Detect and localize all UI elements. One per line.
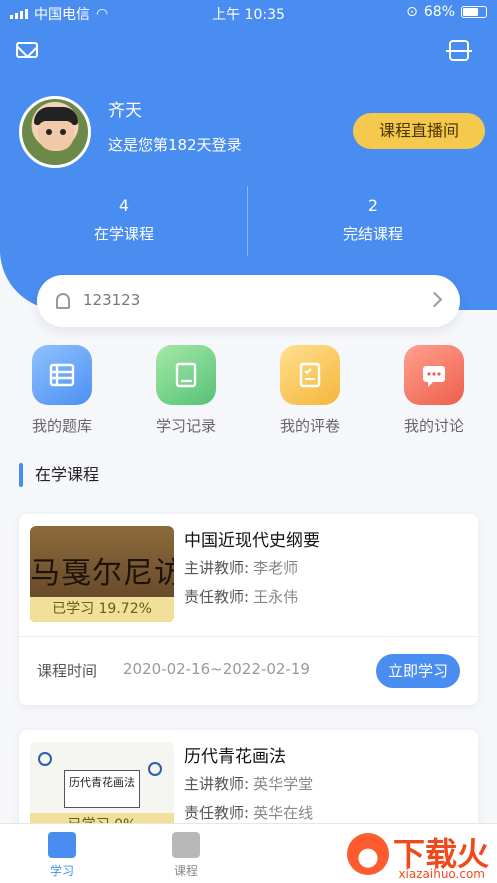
- avatar[interactable]: [19, 96, 91, 168]
- watermark-text: 下载火: [392, 835, 489, 873]
- stat-label: 在学课程: [93, 225, 154, 243]
- thumbnail-text: 马戛尔尼访: [30, 556, 174, 591]
- status-bar: 中国电信 ◠ 上午 10:35 ⊙ 68%: [0, 0, 497, 26]
- course-progress: 已学习 19.72%: [30, 597, 174, 622]
- func-label: 我的题库: [31, 417, 92, 435]
- responsible-teacher: 责任教师: 英华在线: [184, 804, 314, 822]
- watermark-url: xiazaihuo.com: [398, 867, 485, 881]
- func-label: 学习记录: [155, 417, 216, 435]
- mail-icon[interactable]: [16, 42, 38, 58]
- course-time-label: 课程时间: [37, 662, 98, 680]
- main-teacher: 主讲教师: 李老师: [184, 559, 299, 577]
- stat-label: 完结课程: [342, 225, 403, 243]
- rotation-lock-icon: ⊙: [406, 4, 418, 20]
- watermark: 下载火 xiazaihuo.com: [346, 833, 489, 881]
- live-room-button[interactable]: 课程直播间: [353, 113, 485, 149]
- notice-bar[interactable]: 123123: [37, 275, 460, 327]
- func-question-bank[interactable]: 我的题库: [17, 345, 107, 436]
- porcelain-pattern: [38, 752, 52, 766]
- notice-text: 123123: [83, 291, 141, 309]
- tab-study[interactable]: 学习: [22, 832, 102, 879]
- login-days-text: 这是您第182天登录: [108, 136, 242, 154]
- question-bank-icon: [32, 345, 92, 405]
- tab-label: 课程: [173, 864, 198, 878]
- course-thumbnail[interactable]: 马戛尔尼访 已学习 19.72%: [30, 526, 174, 622]
- clock: 上午 10:35: [212, 7, 285, 23]
- stat-finished[interactable]: 2 完结课程: [249, 196, 497, 244]
- func-review[interactable]: 我的评卷: [265, 345, 355, 436]
- book-icon: [48, 832, 76, 858]
- open-book-icon: [172, 832, 200, 858]
- func-label: 我的讨论: [403, 417, 464, 435]
- tab-course[interactable]: 课程: [146, 832, 226, 879]
- porcelain-pattern: [148, 762, 162, 776]
- stat-studying[interactable]: 4 在学课程: [0, 196, 248, 244]
- thumbnail-title-box: 历代青花画法: [64, 770, 140, 808]
- func-label: 我的评卷: [279, 417, 340, 435]
- scan-icon[interactable]: [446, 40, 472, 61]
- battery-percent: 68%: [423, 4, 455, 20]
- responsible-teacher: 责任教师: 王永伟: [184, 588, 299, 606]
- thumbnail-text: 历代青花画法: [69, 776, 135, 789]
- battery-icon: [461, 6, 487, 18]
- chevron-right-icon: [426, 291, 443, 308]
- section-title: 在学课程: [19, 463, 99, 487]
- tab-label: 学习: [49, 864, 74, 878]
- stat-divider: [247, 186, 248, 256]
- stat-value: 4: [118, 196, 130, 215]
- review-icon: [280, 345, 340, 405]
- user-name: 齐天: [108, 101, 142, 121]
- study-now-button[interactable]: 立即学习: [376, 654, 460, 688]
- card-divider: [19, 636, 478, 637]
- stat-value: 2: [367, 196, 379, 215]
- course-card[interactable]: 马戛尔尼访 已学习 19.72% 中国近现代史纲要 主讲教师: 李老师 责任教师:…: [19, 514, 478, 705]
- bell-icon: [56, 293, 70, 309]
- course-name: 中国近现代史纲要: [184, 531, 320, 551]
- course-time: 2020-02-16~2022-02-19: [123, 660, 310, 678]
- func-study-record[interactable]: 学习记录: [141, 345, 231, 436]
- study-record-icon: [156, 345, 216, 405]
- course-name: 历代青花画法: [184, 747, 286, 767]
- watermark-logo-icon: [346, 833, 389, 875]
- discussion-icon: [404, 345, 464, 405]
- main-teacher: 主讲教师: 英华学堂: [184, 775, 314, 793]
- func-discussion[interactable]: 我的讨论: [389, 345, 479, 436]
